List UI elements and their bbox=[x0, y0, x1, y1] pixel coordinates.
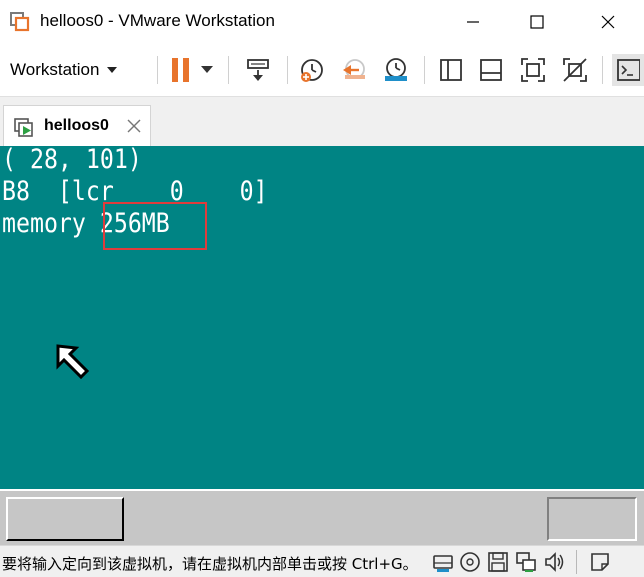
chevron-down-icon bbox=[107, 67, 118, 73]
message-button[interactable] bbox=[588, 550, 612, 574]
send-ctrl-alt-del-button[interactable] bbox=[243, 54, 273, 86]
vm-running-icon bbox=[14, 118, 33, 137]
status-separator bbox=[576, 550, 577, 574]
close-icon[interactable] bbox=[124, 116, 144, 136]
thumbnail-bar-icon bbox=[480, 59, 502, 81]
pause-dropdown-icon bbox=[201, 66, 213, 73]
tab-strip: helloos0 bbox=[0, 96, 644, 147]
cd-dvd-icon bbox=[460, 552, 480, 572]
minimize-icon bbox=[467, 21, 479, 23]
vm-screen[interactable]: ( 28, 101) B8 [lcr 0 0] memory 256MB bbox=[0, 146, 644, 489]
vmware-app-icon bbox=[10, 12, 30, 32]
floppy-button[interactable] bbox=[486, 550, 510, 574]
vm-bottom-panel bbox=[0, 489, 644, 545]
snapshot-manager-button[interactable] bbox=[381, 54, 411, 86]
maximize-button[interactable] bbox=[514, 0, 560, 44]
thumbnail-bar-button[interactable] bbox=[476, 54, 506, 86]
snapshot-take-icon bbox=[301, 59, 323, 82]
full-screen-icon bbox=[521, 58, 545, 82]
snapshot-revert-icon bbox=[343, 59, 365, 79]
toolbar: Workstation bbox=[0, 44, 644, 96]
toolbar-separator bbox=[157, 56, 158, 84]
window-title: helloos0 - VMware Workstation bbox=[40, 11, 275, 30]
snapshot-take-button[interactable] bbox=[297, 54, 327, 86]
workstation-menu-label: Workstation bbox=[10, 60, 100, 79]
maximize-icon bbox=[530, 15, 544, 29]
toolbar-separator bbox=[602, 56, 603, 84]
network-adapter-button[interactable] bbox=[514, 550, 538, 574]
cd-dvd-button[interactable] bbox=[458, 550, 482, 574]
pause-button[interactable] bbox=[166, 54, 196, 86]
message-icon bbox=[591, 553, 609, 571]
pause-dropdown-button[interactable] bbox=[196, 54, 218, 86]
show-library-button[interactable] bbox=[436, 54, 466, 86]
snapshot-revert-button[interactable] bbox=[339, 54, 369, 86]
hard-disk-button[interactable] bbox=[431, 550, 455, 574]
workstation-menu[interactable]: Workstation bbox=[10, 54, 118, 86]
console-view-button[interactable] bbox=[612, 54, 644, 86]
unity-button[interactable] bbox=[560, 54, 590, 86]
floppy-icon bbox=[488, 552, 508, 572]
snapshot-manager-icon bbox=[385, 58, 407, 81]
hard-disk-icon bbox=[433, 555, 453, 572]
unity-icon bbox=[563, 58, 587, 82]
show-library-icon bbox=[440, 59, 462, 81]
pause-icon bbox=[172, 58, 189, 82]
mouse-cursor-icon bbox=[56, 344, 90, 380]
toolbar-separator bbox=[424, 56, 425, 84]
sound-button[interactable] bbox=[542, 550, 566, 574]
status-bar: 要将输入定向到该虚拟机，请在虚拟机内部单击或按 Ctrl+G。 bbox=[0, 545, 644, 577]
toolbar-separator bbox=[228, 56, 229, 84]
close-button[interactable] bbox=[585, 0, 631, 44]
highlight-box bbox=[103, 202, 207, 250]
tab-label: helloos0 bbox=[44, 117, 109, 134]
toolbar-separator bbox=[287, 56, 288, 84]
guest-tray-area bbox=[547, 497, 637, 541]
close-icon bbox=[601, 15, 615, 29]
network-adapter-icon bbox=[516, 552, 536, 572]
send-ctrl-alt-del-icon bbox=[247, 59, 269, 81]
guest-start-button[interactable] bbox=[6, 497, 124, 541]
vm-text-line: ( 28, 101) bbox=[2, 146, 142, 175]
title-bar: helloos0 - VMware Workstation bbox=[0, 0, 644, 44]
status-message: 要将输入定向到该虚拟机，请在虚拟机内部单击或按 Ctrl+G。 bbox=[2, 555, 418, 573]
sound-icon bbox=[545, 552, 564, 572]
minimize-button[interactable] bbox=[450, 0, 496, 44]
full-screen-button[interactable] bbox=[518, 54, 548, 86]
tab-helloos0[interactable]: helloos0 bbox=[3, 105, 151, 147]
console-view-icon bbox=[617, 59, 640, 81]
